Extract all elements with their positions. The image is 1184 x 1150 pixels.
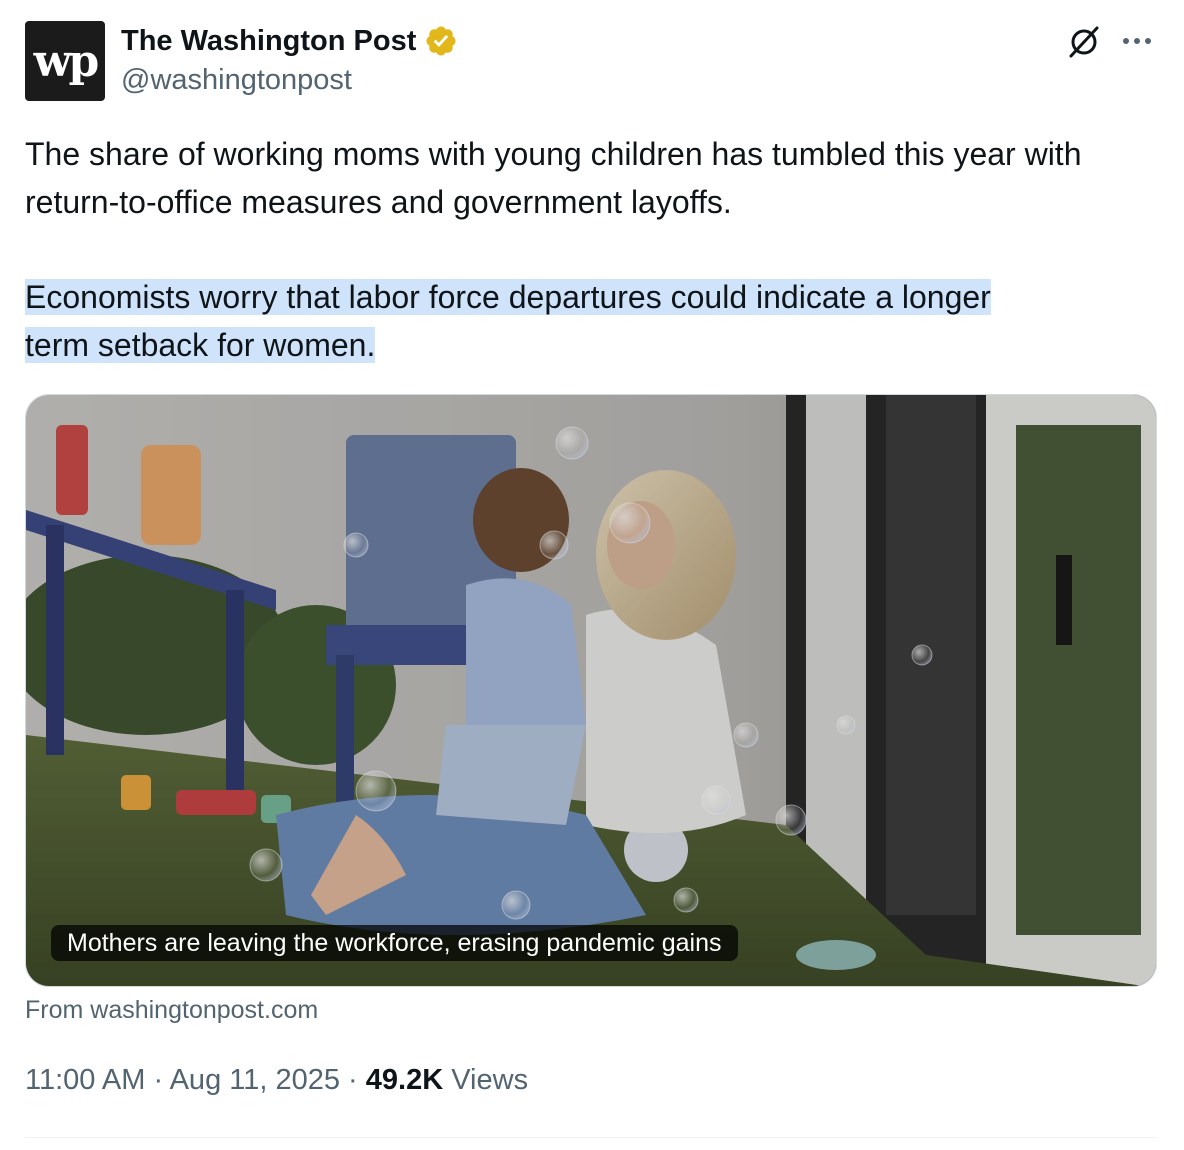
card-source[interactable]: From washingtonpost.com [25,996,318,1025]
link-card[interactable]: Mothers are leaving the workforce, erasi… [25,394,1157,987]
meta-separator: · [153,1064,164,1096]
tweet-text-paragraph-2: Economists worry that labor force depart… [25,273,1145,369]
avatar-logo: wp [33,35,100,87]
tweet-text-line: term setback for women. [25,327,376,363]
name-row: The Washington Post [121,24,458,58]
tweet-time[interactable]: 11:00 AM [25,1064,145,1096]
views-label: Views [451,1064,529,1096]
more-icon[interactable] [1118,26,1156,56]
tweet-text-line: Economists worry that labor force depart… [25,279,991,315]
display-name[interactable]: The Washington Post [121,25,416,58]
meta-separator: · [348,1064,358,1096]
tweet-meta: 11:00 AM · Aug 11, 2025 · 49.2K Views [25,1064,528,1097]
views-count: 49.2K [365,1064,444,1096]
grok-icon[interactable] [1066,24,1102,60]
card-photo [26,395,1156,986]
tweet-text-paragraph-1: The share of working moms with young chi… [25,136,1082,220]
tweet: wp The Washington Post @washingtonpost T… [0,0,1184,1150]
handle[interactable]: @washingtonpost [121,64,352,97]
divider [25,1137,1157,1138]
verified-badge-icon [426,26,456,56]
tweet-date[interactable]: Aug 11, 2025 [170,1064,340,1096]
avatar[interactable]: wp [25,21,105,101]
card-caption: Mothers are leaving the workforce, erasi… [51,925,738,961]
